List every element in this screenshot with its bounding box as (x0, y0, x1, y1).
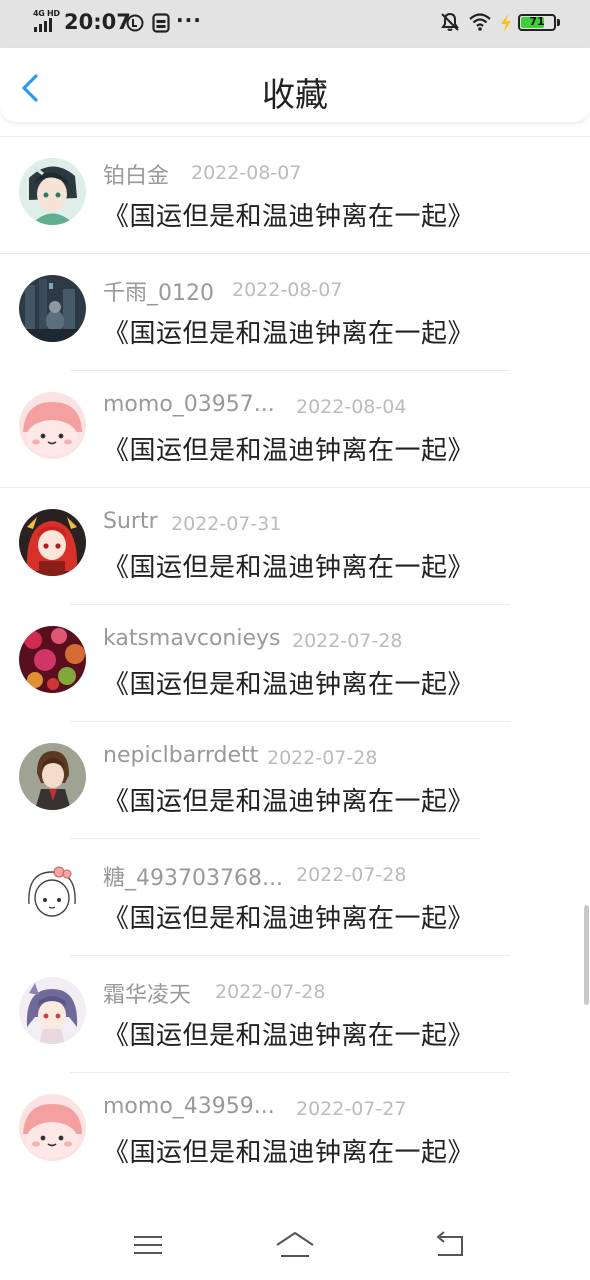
avatar[interactable] (19, 509, 86, 576)
list-item[interactable]: 铂白金 2022-08-07 《国运但是和温迪钟离在一起》 (0, 136, 590, 253)
pink-blob-avatar (19, 392, 86, 459)
username[interactable]: 铂白金 (103, 158, 169, 190)
charging-icon (501, 14, 511, 32)
username[interactable]: 千雨_0120 (103, 275, 214, 307)
date: 2022-08-04 (296, 396, 407, 418)
home-button[interactable] (275, 1228, 315, 1262)
username[interactable]: nepiclbarrdett (103, 743, 258, 768)
divider (0, 487, 590, 488)
data-saver-icon (126, 14, 144, 32)
avatar[interactable] (19, 392, 86, 459)
menu-button[interactable] (128, 1228, 168, 1262)
wifi-icon (469, 13, 491, 31)
list-item[interactable]: 千雨_0120 2022-08-07 《国运但是和温迪钟离在一起》 (0, 253, 590, 370)
date: 2022-07-28 (267, 747, 378, 769)
date: 2022-07-28 (296, 864, 407, 886)
sketch-girl-avatar (19, 860, 86, 927)
avatar[interactable] (19, 860, 86, 927)
username[interactable]: Surtr (103, 509, 158, 534)
item-title[interactable]: 《国运但是和温迪钟离在一起》 (103, 547, 474, 584)
menu-icon (134, 1236, 162, 1254)
item-title[interactable]: 《国运但是和温迪钟离在一起》 (103, 196, 474, 233)
divider (70, 721, 510, 722)
list-item[interactable]: 糖_493703768... 2022-07-28 《国运但是和温迪钟离在一起》 (0, 838, 590, 955)
favorites-list[interactable]: 铂白金 2022-08-07 《国运但是和温迪钟离在一起》 千雨_0120 20… (0, 136, 590, 1189)
mute-icon (441, 12, 459, 31)
avatar[interactable] (19, 275, 86, 342)
dark-city-avatar (19, 275, 86, 342)
back-icon (436, 1231, 463, 1256)
list-item[interactable]: nepiclbarrdett 2022-07-28 《国运但是和温迪钟离在一起》 (0, 721, 590, 838)
date: 2022-07-27 (296, 1098, 407, 1120)
avatar[interactable] (19, 743, 86, 810)
network-type: 4G HD (33, 9, 60, 18)
list-item[interactable]: Surtr 2022-07-31 《国运但是和温迪钟离在一起》 (0, 487, 590, 604)
signal-icon (34, 18, 52, 32)
more-icon: ··· (176, 8, 202, 32)
divider (70, 370, 510, 371)
brown-hair-avatar (19, 743, 86, 810)
status-bar: 4G HD 20:07 ··· 71 (0, 0, 590, 48)
username[interactable]: 糖_493703768... (103, 860, 283, 892)
back-nav-button[interactable] (430, 1228, 470, 1262)
item-title[interactable]: 《国运但是和温迪钟离在一起》 (103, 1015, 474, 1052)
username[interactable]: momo_03957... (103, 392, 275, 417)
page-title: 收藏 (262, 75, 328, 114)
date: 2022-08-07 (232, 279, 343, 301)
status-time: 20:07 (64, 10, 131, 34)
purple-hair-avatar (19, 977, 86, 1044)
list-item[interactable]: 霜华凌天 2022-07-28 《国运但是和温迪钟离在一起》 (0, 955, 590, 1072)
username[interactable]: momo_43959... (103, 1094, 275, 1119)
date: 2022-07-28 (215, 981, 326, 1003)
anime-boy-avatar (19, 158, 86, 225)
home-icon (276, 1232, 314, 1257)
username[interactable]: 霜华凌天 (103, 977, 191, 1009)
battery-level: 71 (529, 15, 545, 28)
item-title[interactable]: 《国运但是和温迪钟离在一起》 (103, 664, 474, 701)
date: 2022-07-31 (171, 513, 282, 535)
list-item[interactable]: momo_43959... 2022-07-27 《国运但是和温迪钟离在一起》 (0, 1072, 590, 1189)
list-item[interactable]: katsmavconieys 2022-07-28 《国运但是和温迪钟离在一起》 (0, 604, 590, 721)
battery-icon: 71 (518, 14, 556, 31)
title-bar: 收藏 (0, 48, 590, 122)
system-nav-bar (0, 1206, 590, 1280)
sim-icon (152, 13, 170, 33)
battery-cap (557, 19, 560, 26)
divider (70, 604, 510, 605)
bokeh-lights-avatar (19, 626, 86, 693)
divider (0, 136, 590, 137)
divider (70, 838, 480, 839)
pink-blob-avatar (19, 1094, 86, 1161)
item-title[interactable]: 《国运但是和温迪钟离在一起》 (103, 313, 474, 350)
divider (70, 1072, 510, 1073)
avatar[interactable] (19, 158, 86, 225)
date: 2022-08-07 (191, 162, 302, 184)
red-hair-avatar (19, 509, 86, 576)
item-title[interactable]: 《国运但是和温迪钟离在一起》 (103, 430, 474, 467)
scrollbar[interactable] (584, 905, 589, 1005)
divider (70, 955, 510, 956)
item-title[interactable]: 《国运但是和温迪钟离在一起》 (103, 1132, 474, 1169)
avatar[interactable] (19, 977, 86, 1044)
list-item[interactable]: momo_03957... 2022-08-04 《国运但是和温迪钟离在一起》 (0, 370, 590, 487)
date: 2022-07-28 (292, 630, 403, 652)
divider (0, 253, 590, 254)
username[interactable]: katsmavconieys (103, 626, 280, 651)
avatar[interactable] (19, 626, 86, 693)
item-title[interactable]: 《国运但是和温迪钟离在一起》 (103, 898, 474, 935)
item-title[interactable]: 《国运但是和温迪钟离在一起》 (103, 781, 474, 818)
avatar[interactable] (19, 1094, 86, 1161)
